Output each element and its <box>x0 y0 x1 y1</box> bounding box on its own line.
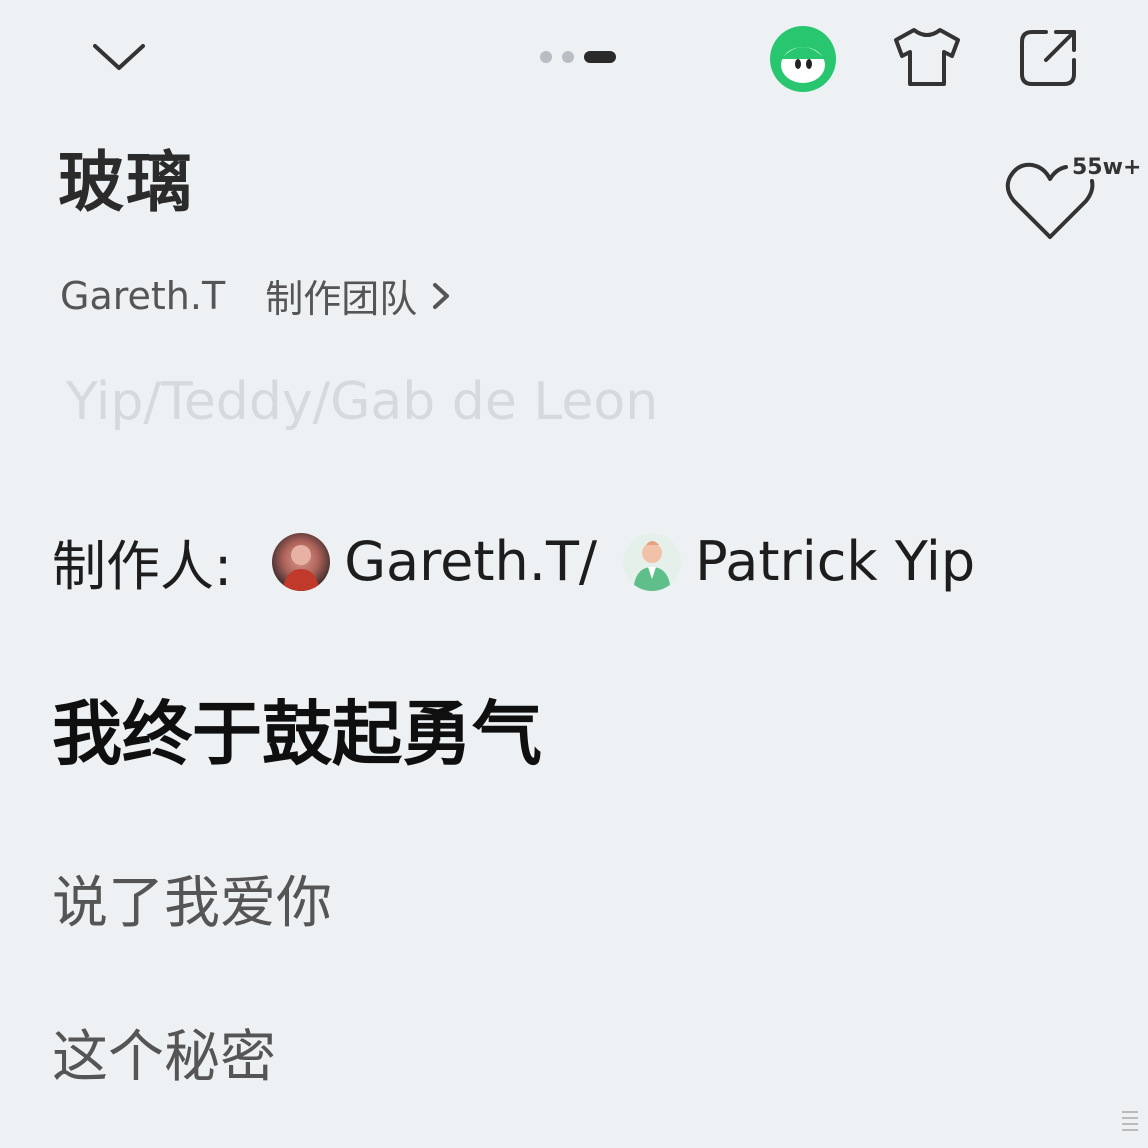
theme-button[interactable] <box>888 22 966 92</box>
share-button[interactable] <box>1012 22 1086 92</box>
producer-name[interactable]: Patrick Yip <box>695 530 975 593</box>
producer-name[interactable]: Gareth.T/ <box>344 530 597 593</box>
watermark-icon <box>1120 1108 1140 1134</box>
lyric-line[interactable]: 这个秘密 <box>52 1012 276 1093</box>
lyric-line-active[interactable]: 我终于鼓起勇气 <box>52 678 542 779</box>
mascot-button[interactable] <box>768 24 838 94</box>
song-title: 玻璃 <box>58 144 194 221</box>
artist-name[interactable]: Gareth.T <box>60 274 225 318</box>
faded-credits: Yip/Teddy/Gab de Leon <box>66 372 659 432</box>
producers-row: 制作人: Gareth.T/ Patrick Yip <box>52 522 975 601</box>
collapse-button[interactable] <box>84 28 154 88</box>
like-count: 55w+ <box>1072 155 1142 180</box>
avatar[interactable] <box>272 532 331 591</box>
team-link[interactable]: 制作团队 <box>265 268 451 323</box>
page-indicator <box>540 50 630 64</box>
mascot-icon <box>770 26 836 92</box>
page-dot-active <box>584 51 616 63</box>
avatar[interactable] <box>623 532 682 591</box>
song-meta: Gareth.T 制作团队 <box>60 268 451 323</box>
lyric-line[interactable]: 说了我爱你 <box>52 858 332 939</box>
chevron-right-icon <box>431 281 451 311</box>
producers-label: 制作人: <box>52 535 233 598</box>
page-dot <box>562 51 574 63</box>
chevron-down-icon <box>93 44 145 70</box>
team-label: 制作团队 <box>265 277 418 321</box>
share-icon <box>1020 30 1076 86</box>
shirt-icon <box>894 28 960 86</box>
page-dot <box>540 51 552 63</box>
